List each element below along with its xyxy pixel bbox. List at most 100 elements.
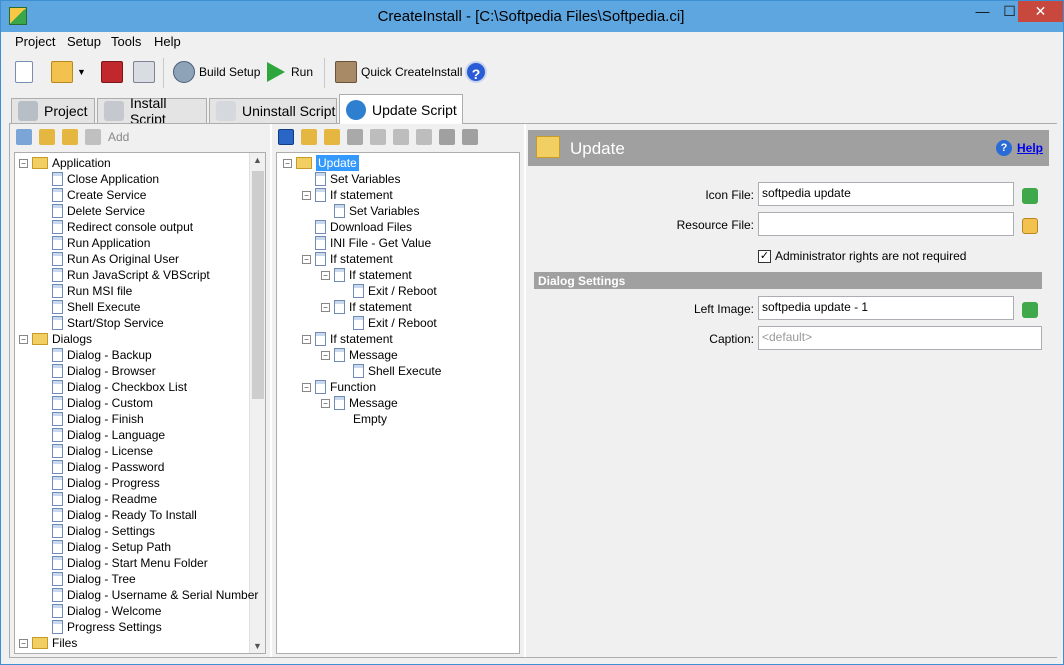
tree-item[interactable]: − If statement [302,187,393,203]
help-link[interactable]: Help [1017,141,1043,155]
collapse-icon[interactable]: − [302,334,311,344]
tree-item[interactable]: Dialog - Custom [39,395,153,411]
collapse-icon[interactable]: − [283,158,292,168]
quick-createinstall-button[interactable]: Quick CreateInstall [335,58,462,86]
tree-item[interactable]: Exit / Reboot [340,315,437,331]
tree-item[interactable]: Delete Service [39,203,145,219]
tab-project[interactable]: Project [11,98,95,123]
tree-item[interactable]: − Update [283,155,359,171]
tree-item[interactable]: − Message [321,347,398,363]
script-tree[interactable]: − Update Set Variables − If statement Set Var… [276,152,520,654]
paste-icon[interactable] [416,129,432,145]
tree-item[interactable]: Run JavaScript & VBScript [39,267,210,283]
tree-item[interactable]: Dialog - Checkbox List [39,379,187,395]
tree-item[interactable]: Dialog - Ready To Install [39,507,197,523]
tree-item[interactable]: − If statement [321,299,412,315]
tree-item[interactable]: Progress Settings [39,619,162,635]
search-icon[interactable] [1022,302,1038,318]
tree-item[interactable]: Dialog - Backup [39,347,152,363]
tree-item[interactable]: Run MSI file [39,283,132,299]
icon-file-field[interactable]: softpedia update [758,182,1014,206]
tree-item[interactable]: − Dialogs [19,331,92,347]
tree-item[interactable]: Dialog - License [39,443,153,459]
tree-item[interactable]: Close Application [39,171,159,187]
tree-item[interactable]: Shell Execute [39,299,140,315]
tree-item[interactable]: Empty [340,411,387,427]
tree-item[interactable]: − Message [321,395,398,411]
help-icon[interactable]: ? [996,140,1012,156]
collapse-icon[interactable]: − [19,638,28,648]
menu-setup[interactable]: Setup [67,34,101,49]
back-icon[interactable] [278,129,294,145]
properties-icon[interactable] [347,129,363,145]
tree-item[interactable]: Dialog - Language [39,427,165,443]
tree-item[interactable]: Run As Original User [39,251,179,267]
tree-item[interactable]: Shell Execute [340,363,441,379]
tree-item[interactable]: − Application [19,155,111,171]
tab-update-script[interactable]: Update Script [339,94,463,124]
tree-item[interactable]: Dialog - Password [39,459,164,475]
tree-item[interactable]: Download Files [302,219,412,235]
menu-tools[interactable]: Tools [111,34,141,49]
collapse-icon[interactable]: − [19,334,28,344]
resource-file-field[interactable] [758,212,1014,236]
minimize-button[interactable]: — [969,1,996,22]
left-image-field[interactable]: softpedia update - 1 [758,296,1014,320]
new-button[interactable] [15,58,37,86]
tree-item[interactable]: Dialog - Welcome [39,603,161,619]
tree-item[interactable]: Dialog - Progress [39,475,160,491]
tree-item[interactable]: − If statement [321,267,412,283]
tree-item[interactable]: Create Service [39,187,146,203]
tree-item[interactable]: Set Variables [302,171,400,187]
tree-view-icon[interactable] [16,129,32,145]
scroll-thumb[interactable] [252,171,264,399]
tree-item[interactable]: Redirect console output [39,219,193,235]
build-setup-button[interactable]: Build Setup [173,58,260,86]
tree-item[interactable]: Dialog - Start Menu Folder [39,555,208,571]
search-icon[interactable] [1022,188,1038,204]
collapse-all-icon[interactable] [324,129,340,145]
tree-item[interactable]: Dialog - Browser [39,363,156,379]
tab-install-script[interactable]: Install Script [97,95,207,127]
tree-item[interactable]: Dialog - Readme [39,491,157,507]
commands-tree[interactable]: ▲ ▼ − Application Close Application Create … [14,152,266,654]
tree-item[interactable]: − Files [19,635,77,651]
tree-item[interactable]: INI File - Get Value [302,235,431,251]
tree-item[interactable]: Dialog - Setup Path [39,539,171,555]
scroll-up-icon[interactable]: ▲ [253,155,262,165]
collapse-icon[interactable]: − [302,190,311,200]
expand-all-icon[interactable] [301,129,317,145]
clear-icon[interactable] [462,129,478,145]
help-button[interactable]: ? [465,58,487,86]
tree-item[interactable]: − If statement [302,251,393,267]
collapse-icon[interactable]: − [321,350,330,360]
print-button[interactable] [133,58,159,86]
collapse-icon[interactable]: − [321,398,330,408]
tab-uninstall-script[interactable]: Uninstall Script [209,98,337,123]
admin-rights-checkbox[interactable]: ✓ Administrator rights are not required [758,249,966,263]
collapse-icon[interactable]: − [321,270,330,280]
expand-all-icon[interactable] [39,129,55,145]
copy-icon[interactable] [393,129,409,145]
add-icon[interactable] [85,129,101,145]
run-button[interactable]: Run [267,58,313,86]
tree-item[interactable]: Dialog - Finish [39,411,144,427]
tree-item[interactable]: Set Variables [321,203,419,219]
collapse-icon[interactable]: − [19,158,28,168]
save-button[interactable] [101,58,127,86]
tree-item[interactable]: Dialog - Tree [39,571,136,587]
tree-item[interactable]: − Function [302,379,376,395]
caption-field[interactable]: <default> [758,326,1042,350]
scroll-down-icon[interactable]: ▼ [253,641,262,651]
open-folder-icon[interactable] [1022,218,1038,234]
tree-item[interactable]: Dialog - Settings [39,523,155,539]
collapse-icon[interactable]: − [302,254,311,264]
collapse-icon[interactable]: − [302,382,311,392]
menu-project[interactable]: Project [15,34,55,49]
tree-item[interactable]: Dialog - Username & Serial Number [39,587,258,603]
title-bar[interactable]: CreateInstall - [C:\Softpedia Files\Soft… [1,1,1063,32]
tree-item[interactable]: − If statement [302,331,393,347]
delete-icon[interactable] [439,129,455,145]
scrollbar[interactable]: ▲ ▼ [249,153,265,653]
cut-icon[interactable] [370,129,386,145]
